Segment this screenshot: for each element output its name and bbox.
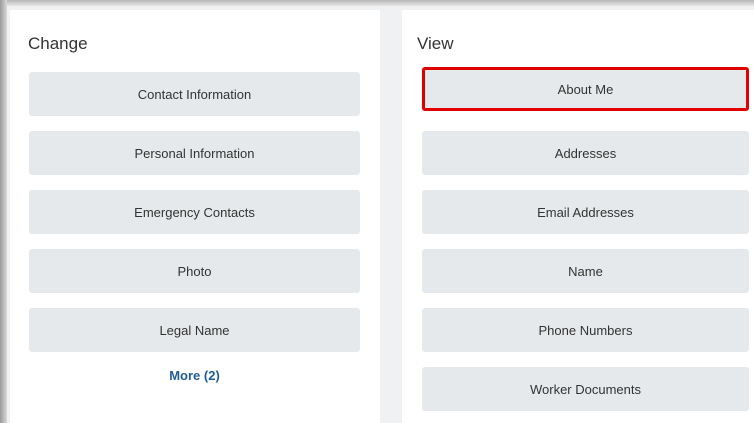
name-button[interactable]: Name: [422, 249, 749, 293]
more-link[interactable]: More (2): [29, 363, 360, 387]
change-panel: Change Contact Information Personal Info…: [10, 10, 380, 423]
app-frame: Change Contact Information Personal Info…: [0, 0, 754, 423]
phone-numbers-button[interactable]: Phone Numbers: [422, 308, 749, 352]
left-border: [0, 0, 7, 423]
view-panel: View About Me Addresses Email Addresses …: [402, 10, 754, 423]
photo-button[interactable]: Photo: [29, 249, 360, 293]
addresses-button[interactable]: Addresses: [422, 131, 749, 175]
personal-information-button[interactable]: Personal Information: [29, 131, 360, 175]
view-panel-title: View: [417, 34, 454, 53]
email-addresses-button[interactable]: Email Addresses: [422, 190, 749, 234]
about-me-button[interactable]: About Me: [422, 67, 749, 111]
contact-information-button[interactable]: Contact Information: [29, 72, 360, 116]
legal-name-button[interactable]: Legal Name: [29, 308, 360, 352]
top-border: [0, 0, 754, 6]
worker-documents-button[interactable]: Worker Documents: [422, 367, 749, 411]
change-panel-title: Change: [28, 34, 88, 53]
emergency-contacts-button[interactable]: Emergency Contacts: [29, 190, 360, 234]
